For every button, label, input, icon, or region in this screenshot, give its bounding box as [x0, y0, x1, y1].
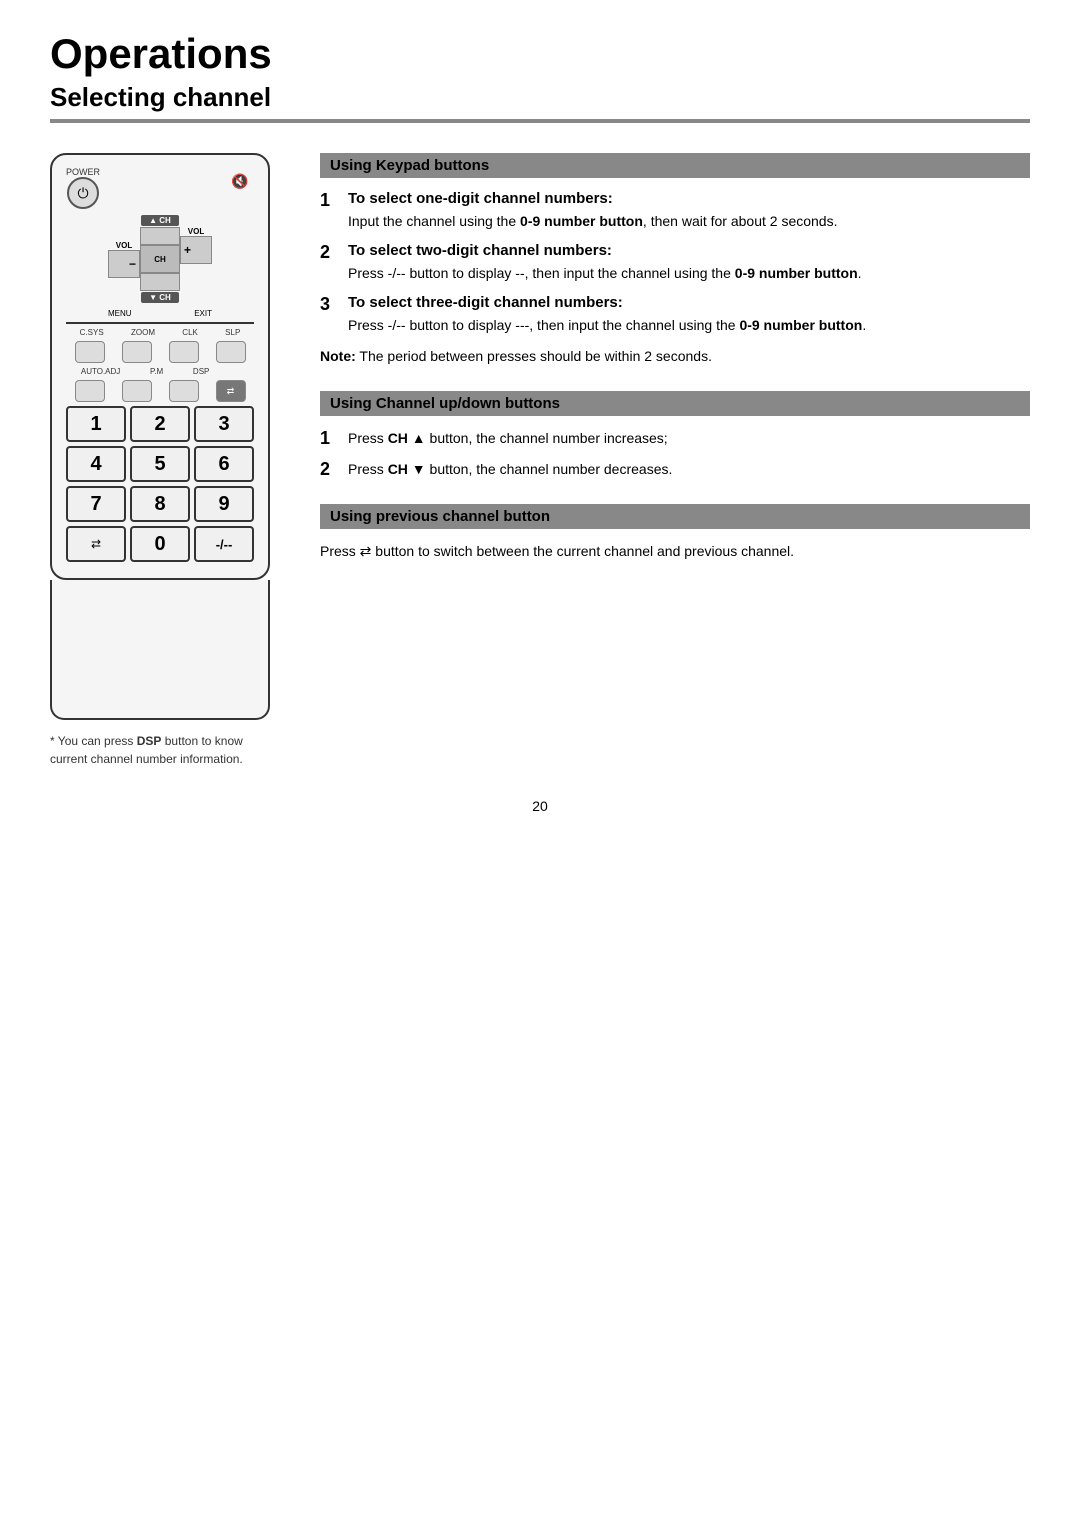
csys-label: C.SYS	[80, 328, 104, 337]
num-9-button[interactable]: 9	[194, 486, 254, 522]
item-text-1: Input the channel using the 0-9 number b…	[348, 211, 1030, 232]
num-7-button[interactable]: 7	[66, 486, 126, 522]
autoadj-button[interactable]	[75, 380, 105, 402]
keypad-item-1: 1 To select one-digit channel numbers: I…	[320, 190, 1030, 232]
num-5-button[interactable]: 5	[130, 446, 190, 482]
item-heading-1: To select one-digit channel numbers:	[348, 190, 1030, 207]
menu-exit-row: MENU EXIT	[108, 309, 212, 318]
nav-dpad-block: ▲ CH VOL − CH VOL + ▼	[66, 215, 254, 303]
vol-plus-button[interactable]: +	[180, 236, 212, 264]
footnote: * You can press DSP button to know curre…	[50, 732, 270, 768]
remote-lower-body	[50, 580, 270, 720]
num-4-button[interactable]: 4	[66, 446, 126, 482]
row1-buttons	[66, 341, 254, 363]
pm-button[interactable]	[122, 380, 152, 402]
note-text: Note: The period between presses should …	[320, 346, 1030, 367]
autoadj-label: AUTO.ADJ	[81, 367, 120, 376]
remote-divider-1	[66, 322, 254, 324]
num-1-button[interactable]: 1	[66, 406, 126, 442]
csys-button[interactable]	[75, 341, 105, 363]
power-label: POWER	[66, 167, 100, 177]
main-content: POWER ⏻ 🔇 ▲ CH VOL − CH	[0, 123, 1080, 768]
ch-down-label: ▼ CH	[141, 292, 179, 303]
num-0-button[interactable]: 0	[130, 526, 190, 562]
item-text-2: Press -/-- button to display --, then in…	[348, 263, 1030, 284]
zoom-button[interactable]	[122, 341, 152, 363]
updown-content-2: Press CH ▼ button, the channel number de…	[348, 459, 1030, 480]
channel-updown-header-text: Using Channel up/down buttons	[330, 395, 560, 412]
keypad-instructions: 1 To select one-digit channel numbers: I…	[320, 190, 1030, 367]
dpad-center: CH	[140, 245, 180, 273]
ch-up-button[interactable]	[140, 227, 180, 245]
updown-text-1: Press CH ▲ button, the channel number in…	[348, 428, 1030, 449]
pm-label: P.M	[150, 367, 163, 376]
item-number-2: 2	[320, 242, 340, 284]
special-button[interactable]: ⇄	[216, 380, 246, 402]
numpad-bottom: ⇄ 0 -/--	[66, 526, 254, 562]
dash-button[interactable]: -/--	[194, 526, 254, 562]
keypad-section-header: Using Keypad buttons	[320, 153, 1030, 178]
dsp-button[interactable]	[169, 380, 199, 402]
vol-right-side: VOL +	[180, 227, 212, 291]
vol-label-right: VOL	[188, 227, 204, 236]
clk-label: CLK	[182, 328, 198, 337]
page-header: Operations Selecting channel	[0, 0, 1080, 123]
item-number-1: 1	[320, 190, 340, 232]
vol-left-side: VOL −	[108, 227, 140, 291]
zoom-label: ZOOM	[131, 328, 155, 337]
menu-label: MENU	[108, 309, 132, 318]
right-column: Using Keypad buttons 1 To select one-dig…	[320, 153, 1030, 768]
footnote-text: * You can press DSP button to know curre…	[50, 734, 243, 766]
slp-label: SLP	[225, 328, 240, 337]
num-8-button[interactable]: 8	[130, 486, 190, 522]
item-content-3: To select three-digit channel numbers: P…	[348, 294, 1030, 336]
keypad-header-text: Using Keypad buttons	[330, 157, 489, 174]
updown-number-2: 2	[320, 459, 340, 480]
prev-ch-button[interactable]: ⇄	[66, 526, 126, 562]
item-content-1: To select one-digit channel numbers: Inp…	[348, 190, 1030, 232]
updown-content-1: Press CH ▲ button, the channel number in…	[348, 428, 1030, 449]
prev-channel-text: Press ⇄ button to switch between the cur…	[320, 541, 1030, 562]
row2-labels: AUTO.ADJ P.M DSP	[66, 367, 254, 376]
remote-top-row: POWER ⏻ 🔇	[66, 167, 254, 209]
item-heading-2: To select two-digit channel numbers:	[348, 242, 1030, 259]
num-6-button[interactable]: 6	[194, 446, 254, 482]
row2-buttons: ⇄	[66, 380, 254, 402]
prev-channel-header-text: Using previous channel button	[330, 508, 550, 525]
vol-minus-button[interactable]: −	[108, 250, 140, 278]
num-2-button[interactable]: 2	[130, 406, 190, 442]
dpad-middle: VOL − CH VOL +	[108, 227, 212, 291]
slp-button[interactable]	[216, 341, 246, 363]
clk-button[interactable]	[169, 341, 199, 363]
page-subtitle: Selecting channel	[50, 82, 1030, 113]
num-3-button[interactable]: 3	[194, 406, 254, 442]
remote-illustration: POWER ⏻ 🔇 ▲ CH VOL − CH	[50, 153, 270, 580]
updown-item-1: 1 Press CH ▲ button, the channel number …	[320, 428, 1030, 449]
power-button[interactable]: ⏻	[67, 177, 99, 209]
dsp-label: DSP	[193, 367, 209, 376]
page-title: Operations	[50, 30, 1030, 78]
vol-label-left: VOL	[116, 241, 132, 250]
ch-up-label: ▲ CH	[141, 215, 179, 226]
channel-updown-header: Using Channel up/down buttons	[320, 391, 1030, 416]
ch-down-button[interactable]	[140, 273, 180, 291]
mute-button[interactable]: 🔇	[226, 167, 254, 195]
item-heading-3: To select three-digit channel numbers:	[348, 294, 1030, 311]
numpad-grid: 1 2 3 4 5 6 7 8 9	[66, 406, 254, 522]
prev-channel-header: Using previous channel button	[320, 504, 1030, 529]
left-column: POWER ⏻ 🔇 ▲ CH VOL − CH	[50, 153, 290, 768]
keypad-item-3: 3 To select three-digit channel numbers:…	[320, 294, 1030, 336]
channel-updown-instructions: 1 Press CH ▲ button, the channel number …	[320, 428, 1030, 480]
updown-number-1: 1	[320, 428, 340, 449]
item-content-2: To select two-digit channel numbers: Pre…	[348, 242, 1030, 284]
item-text-3: Press -/-- button to display ---, then i…	[348, 315, 1030, 336]
page-number: 20	[0, 798, 1080, 834]
row1-labels: C.SYS ZOOM CLK SLP	[66, 328, 254, 337]
updown-item-2: 2 Press CH ▼ button, the channel number …	[320, 459, 1030, 480]
updown-text-2: Press CH ▼ button, the channel number de…	[348, 459, 1030, 480]
prev-channel-instructions: Press ⇄ button to switch between the cur…	[320, 541, 1030, 562]
keypad-item-2: 2 To select two-digit channel numbers: P…	[320, 242, 1030, 284]
exit-label: EXIT	[194, 309, 212, 318]
item-number-3: 3	[320, 294, 340, 336]
